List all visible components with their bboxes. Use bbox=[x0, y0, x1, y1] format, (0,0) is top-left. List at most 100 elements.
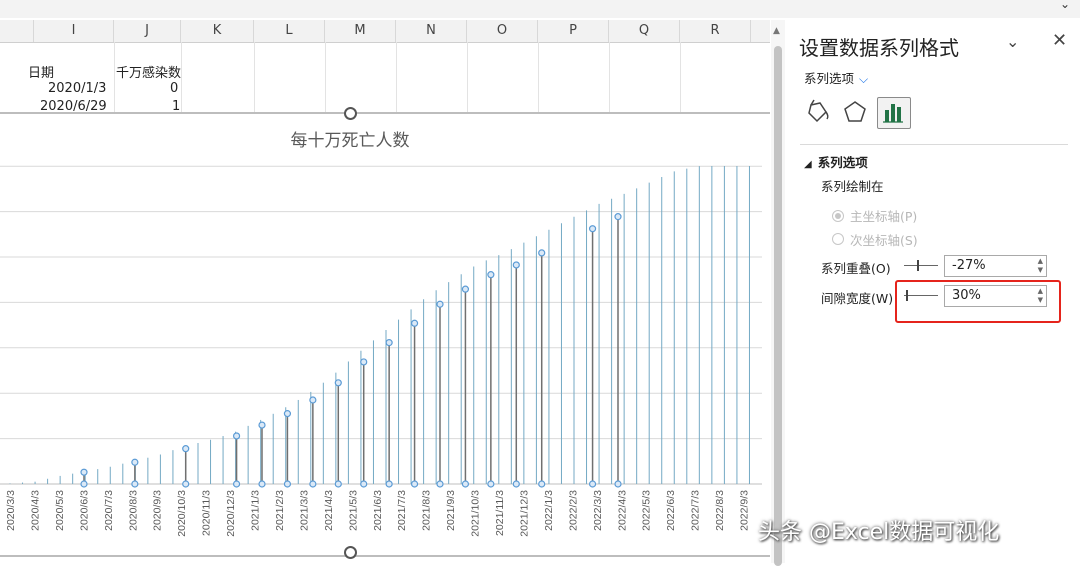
resize-handle-bottom[interactable] bbox=[344, 546, 357, 559]
tab-series-options[interactable] bbox=[877, 97, 911, 129]
primary-axis-radio[interactable] bbox=[832, 210, 844, 222]
overlap-slider[interactable] bbox=[904, 259, 938, 271]
data-point-marker bbox=[461, 285, 470, 293]
x-tick-label: 2021/1/3 bbox=[250, 490, 262, 531]
baseline-marker bbox=[461, 480, 470, 488]
x-tick-label: 2022/3/3 bbox=[592, 490, 604, 531]
x-tick-label: 2020/12/3 bbox=[225, 490, 237, 537]
x-tick-label: 2022/6/3 bbox=[665, 490, 677, 531]
data-point-marker bbox=[588, 225, 597, 233]
chart-plot[interactable]: 2020/3/3 2020/4/3 2020/5/3 2020/6/3 2020/7/3… bbox=[0, 114, 770, 555]
x-tick-label: 2021/4/3 bbox=[323, 490, 335, 531]
x-tick-label: 2020/3/3 bbox=[5, 490, 17, 531]
scrollbar-thumb[interactable] bbox=[774, 46, 782, 566]
data-point-marker bbox=[232, 432, 241, 440]
column-header-n[interactable]: N bbox=[396, 20, 467, 42]
chart-area[interactable]: 每十万死亡人数 2020/3/3 2020/4/3 2020/5/3 2020/6/3… bbox=[0, 112, 770, 557]
secondary-axis-label: 次坐标轴(S) bbox=[850, 233, 918, 248]
overlap-spinbox[interactable]: -27% ▲ ▼ bbox=[944, 255, 1047, 277]
column-header-k[interactable]: K bbox=[181, 20, 254, 42]
column-header-i[interactable]: I bbox=[34, 20, 114, 42]
close-icon[interactable]: ✕ bbox=[1052, 30, 1067, 51]
baseline-marker bbox=[80, 480, 88, 488]
column-header-j[interactable]: J bbox=[114, 20, 181, 42]
column-header-r[interactable]: R bbox=[680, 20, 751, 42]
x-tick-label: 2021/9/3 bbox=[445, 490, 457, 531]
series-options-dropdown[interactable]: 系列选项 ⌵ bbox=[804, 68, 868, 87]
tab-fill-line[interactable] bbox=[802, 97, 834, 127]
grid-line bbox=[396, 42, 397, 114]
data-point-marker bbox=[436, 300, 444, 308]
grid-line bbox=[609, 42, 610, 114]
x-tick-label: 2022/7/3 bbox=[690, 490, 702, 531]
tab-effects[interactable] bbox=[839, 97, 871, 127]
x-tick-label: 2022/2/3 bbox=[567, 490, 579, 531]
watermark: 头条 @Excel数据可视化 bbox=[758, 520, 1000, 545]
data-point-marker bbox=[258, 421, 266, 429]
chevron-down-icon[interactable]: ⌄ bbox=[1060, 0, 1070, 11]
baseline-marker bbox=[309, 480, 317, 488]
data-point-marker bbox=[487, 271, 495, 279]
resize-handle-top[interactable] bbox=[344, 107, 357, 120]
highlight-box bbox=[895, 280, 1061, 323]
x-tick-label: 2021/2/3 bbox=[274, 490, 286, 531]
pane-title: 设置数据系列格式 bbox=[799, 36, 959, 60]
cell-count-header[interactable]: 千万感染数 bbox=[116, 62, 181, 81]
x-tick-label: 2020/7/3 bbox=[103, 490, 115, 531]
x-tick-label: 2022/8/3 bbox=[714, 490, 726, 531]
secondary-axis-radio[interactable] bbox=[832, 233, 844, 245]
cell-date-header[interactable]: 日期 bbox=[28, 62, 54, 81]
grid-line bbox=[181, 42, 182, 114]
x-tick-label: 2020/5/3 bbox=[54, 490, 66, 531]
x-tick-label: 2021/6/3 bbox=[372, 490, 384, 531]
x-tick-label: 2022/5/3 bbox=[641, 490, 653, 531]
x-tick-label: 2021/7/3 bbox=[396, 490, 408, 531]
vertical-scrollbar[interactable]: ▲ bbox=[771, 20, 785, 566]
column-header-q[interactable]: Q bbox=[609, 20, 680, 42]
data-point-marker bbox=[538, 249, 546, 257]
data-point-marker bbox=[283, 410, 292, 418]
column-header-m[interactable]: M bbox=[325, 20, 396, 42]
column-header-l[interactable]: L bbox=[254, 20, 325, 42]
overlap-slider-thumb[interactable] bbox=[916, 260, 919, 271]
chevron-down-icon: ⌵ bbox=[859, 72, 869, 86]
column-header-p[interactable]: P bbox=[538, 20, 609, 42]
x-tick-label: 2021/11/3 bbox=[494, 490, 506, 536]
overlap-value[interactable]: -27% bbox=[952, 258, 986, 273]
pane-divider bbox=[800, 144, 1068, 145]
grid-line bbox=[680, 42, 681, 114]
data-point-marker bbox=[80, 468, 88, 476]
spin-arrows-icon[interactable]: ▲ ▼ bbox=[1038, 257, 1043, 275]
baseline-marker bbox=[360, 480, 368, 488]
overlap-label: 系列重叠(O) bbox=[821, 261, 891, 276]
collapse-triangle-icon: ◢ bbox=[804, 159, 812, 170]
x-tick-label: 2022/9/3 bbox=[739, 490, 751, 531]
grid-line bbox=[325, 42, 326, 114]
scroll-up-icon[interactable]: ▲ bbox=[773, 26, 780, 36]
column-header-left[interactable] bbox=[0, 20, 34, 42]
x-tick-label: 2021/3/3 bbox=[298, 490, 310, 531]
baseline-marker bbox=[436, 480, 444, 488]
baseline-marker bbox=[258, 480, 266, 488]
baseline-marker bbox=[410, 480, 419, 488]
x-tick-label: 2022/1/3 bbox=[543, 490, 555, 531]
data-point-marker bbox=[360, 358, 368, 366]
x-tick-label: 2022/4/3 bbox=[616, 490, 628, 531]
baseline-marker bbox=[512, 480, 520, 488]
cell-row1-date[interactable]: 2020/1/3 bbox=[48, 81, 106, 96]
column-header-o[interactable]: O bbox=[467, 20, 538, 42]
baseline-marker bbox=[131, 480, 139, 488]
x-tick-label: 2020/6/3 bbox=[78, 490, 90, 531]
overlap-slider-track bbox=[904, 265, 938, 266]
section-series-options[interactable]: ◢ 系列选项 bbox=[804, 152, 868, 171]
baseline-marker bbox=[614, 480, 622, 488]
cell-row1-count[interactable]: 0 bbox=[170, 81, 178, 96]
gap-width-label: 间隙宽度(W) bbox=[821, 291, 894, 306]
grid-line bbox=[538, 42, 539, 114]
grid-line bbox=[114, 42, 115, 114]
x-tick-label: 2020/11/3 bbox=[201, 490, 213, 536]
series-options-dropdown-label: 系列选项 bbox=[804, 71, 855, 86]
data-point-marker bbox=[131, 458, 139, 466]
chevron-down-icon[interactable]: ⌄ bbox=[1006, 32, 1019, 51]
baseline-marker bbox=[538, 480, 546, 488]
